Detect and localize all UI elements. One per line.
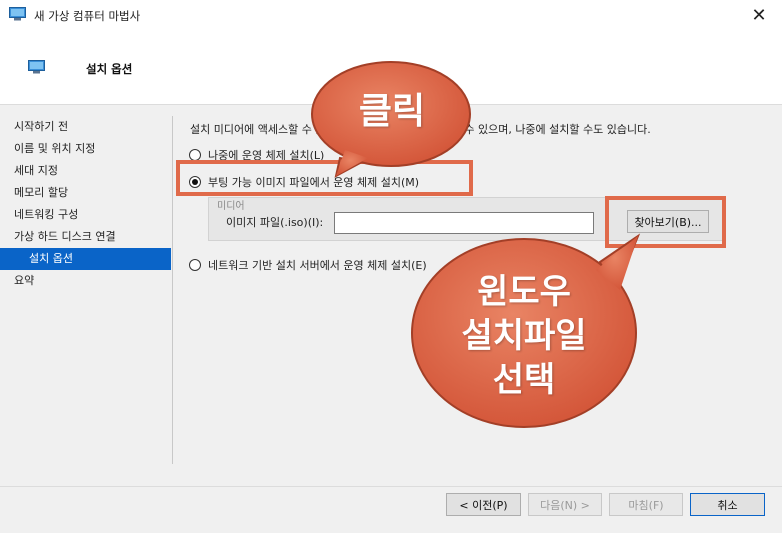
radio-label: 부팅 가능 이미지 파일에서 운영 체제 설치(M): [208, 176, 420, 189]
radio-label: 나중에 운영 체제 설치(L): [208, 149, 325, 162]
sidebar-item-virtual-disk[interactable]: 가상 하드 디스크 연결: [0, 226, 172, 248]
iso-path-input[interactable]: [334, 212, 594, 234]
cancel-button-label: 취소: [717, 498, 738, 512]
previous-button[interactable]: < 이전(P): [446, 493, 521, 516]
next-button[interactable]: 다음(N) >: [528, 493, 602, 516]
media-group-label: 미디어: [217, 201, 245, 212]
finish-button[interactable]: 마침(F): [609, 493, 683, 516]
radio-label: 네트워크 기반 설치 서버에서 운영 체제 설치(E): [208, 259, 427, 272]
browse-button[interactable]: 찾아보기(B)...: [627, 210, 709, 233]
select-callout-line2: 설치파일: [461, 316, 587, 356]
close-button[interactable]: ✕: [736, 0, 782, 30]
radio-install-from-image[interactable]: 부팅 가능 이미지 파일에서 운영 체제 설치(M): [189, 174, 419, 190]
monitor-icon: [9, 7, 26, 21]
next-button-label: 다음(N) >: [540, 498, 590, 512]
radio-button-selected[interactable]: [189, 176, 201, 188]
sidebar-item-networking[interactable]: 네트워킹 구성: [0, 204, 172, 226]
radio-install-later[interactable]: 나중에 운영 체제 설치(L): [189, 147, 324, 163]
title-bar: 새 가상 컴퓨터 마법사 ✕: [0, 0, 782, 30]
sidebar-item-name-location[interactable]: 이름 및 위치 지정: [0, 138, 172, 160]
cancel-button[interactable]: 취소: [690, 493, 765, 516]
select-callout-line1: 윈도우: [477, 272, 571, 312]
previous-button-label: < 이전(P): [459, 498, 508, 512]
iso-label: 이미지 파일(.iso)(I):: [226, 216, 324, 229]
browse-button-label: 찾아보기(B)...: [634, 215, 702, 229]
window-title: 새 가상 컴퓨터 마법사: [34, 9, 141, 23]
close-icon: ✕: [751, 4, 767, 26]
finish-button-label: 마침(F): [628, 498, 664, 512]
monitor-icon: [28, 60, 45, 74]
click-callout-text: 클릭: [358, 91, 426, 132]
footer-divider: [0, 486, 782, 487]
sidebar-item-summary[interactable]: 요약: [0, 270, 172, 292]
sidebar-item-generation[interactable]: 세대 지정: [0, 160, 172, 182]
select-callout-line3: 선택: [492, 360, 556, 400]
sidebar-item-memory[interactable]: 메모리 할당: [0, 182, 172, 204]
radio-install-from-network[interactable]: 네트워크 기반 설치 서버에서 운영 체제 설치(E): [189, 257, 427, 273]
sidebar-item-installation-options[interactable]: 설치 옵션: [0, 248, 171, 270]
sidebar-item-before-you-begin[interactable]: 시작하기 전: [0, 116, 172, 138]
radio-button[interactable]: [189, 259, 201, 271]
page-title: 설치 옵션: [86, 62, 133, 76]
wizard-steps: 시작하기 전 이름 및 위치 지정 세대 지정 메모리 할당 네트워킹 구성 가…: [0, 116, 172, 292]
radio-button[interactable]: [189, 149, 201, 161]
